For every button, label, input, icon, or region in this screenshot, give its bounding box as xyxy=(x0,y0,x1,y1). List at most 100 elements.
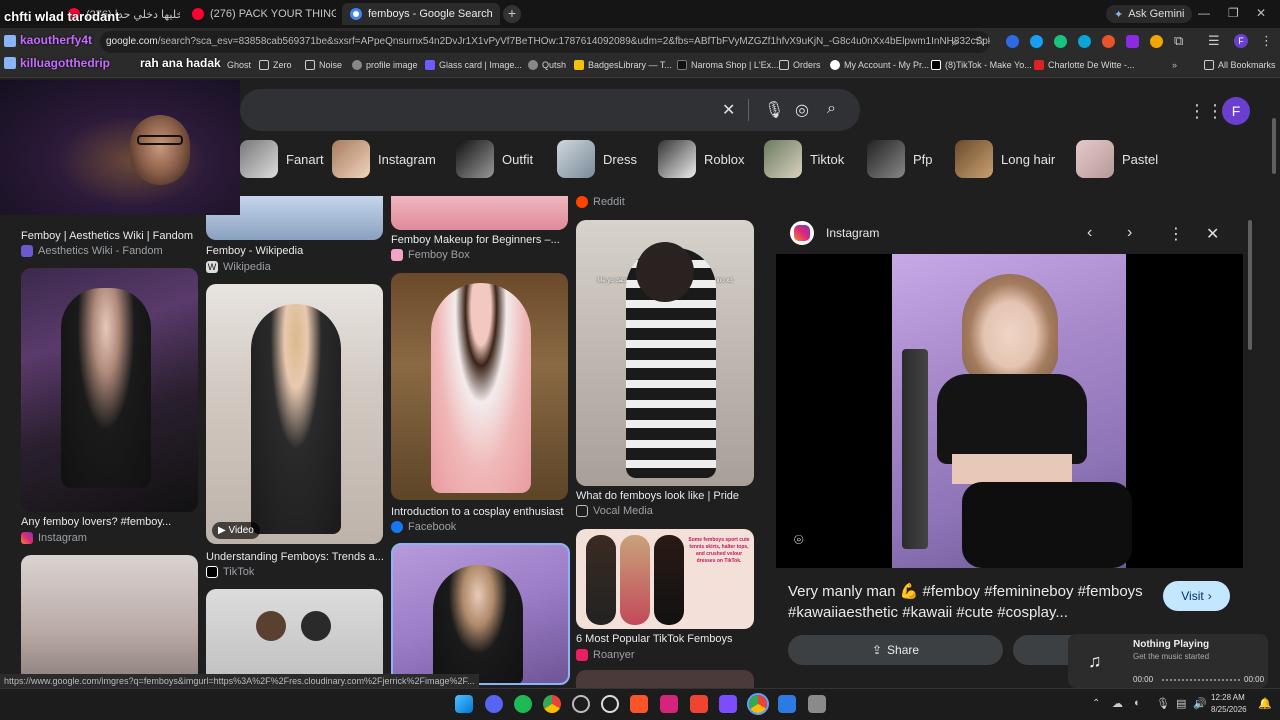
profile-icon[interactable]: F xyxy=(1234,34,1248,48)
result-image[interactable]: Me yo daban los femboys | Tantoo que hic… xyxy=(576,220,754,486)
result-title[interactable]: Any femboy lovers? #femboy... xyxy=(21,516,201,528)
volume-icon[interactable]: 🔊 xyxy=(1193,697,1207,710)
bookmark-glass-card[interactable]: Glass card | Image... xyxy=(425,60,522,70)
result-title[interactable]: Femboy | Aesthetics Wiki | Fandom xyxy=(21,230,201,242)
preview-image[interactable] xyxy=(892,254,1132,568)
lens-icon[interactable]: ⌾ xyxy=(794,532,804,550)
result-title[interactable]: 6 Most Popular TikTok Femboys xyxy=(576,633,756,645)
windows-start-icon[interactable] xyxy=(455,695,473,713)
tray-icon[interactable]: ◐ xyxy=(1134,697,1141,709)
more-options-icon[interactable]: ⋮ xyxy=(1168,224,1184,244)
calculator-icon[interactable] xyxy=(808,695,826,713)
result-source[interactable]: Femboy Box xyxy=(391,249,470,261)
ask-gemini-button[interactable]: ✦ Ask Gemini xyxy=(1106,5,1193,23)
result-source[interactable]: Reddit xyxy=(576,196,625,208)
result-source[interactable]: Aesthetics Wiki - Fandom xyxy=(21,245,163,257)
result-image[interactable] xyxy=(21,268,198,512)
tab-2[interactable]: (276) PACK YOUR THINGS! wen ✕ xyxy=(184,3,336,25)
reading-list-icon[interactable]: ☰ xyxy=(1208,33,1220,49)
chip-long-hair[interactable]: Long hair xyxy=(955,140,1055,178)
share-button[interactable]: ⇪ Share xyxy=(788,635,1003,665)
next-icon[interactable]: › xyxy=(1127,224,1132,242)
clock-time[interactable]: 12:28 AM xyxy=(1211,693,1245,702)
clock-date[interactable]: 8/25/2026 xyxy=(1211,705,1247,714)
bookmark-charlotte-de-witte[interactable]: Charlotte De Witte -... xyxy=(1034,60,1135,70)
result-title[interactable]: Femboy Makeup for Beginners –... xyxy=(391,234,571,246)
obs-icon[interactable] xyxy=(601,695,619,713)
chip-pfp[interactable]: Pfp xyxy=(867,140,933,178)
discord-icon[interactable] xyxy=(485,695,503,713)
chip-instagram[interactable]: Instagram xyxy=(332,140,436,178)
bookmark-badges-library[interactable]: BadgesLibrary — T... xyxy=(574,60,672,70)
chip-outfit[interactable]: Outfit xyxy=(456,140,533,178)
menu-icon[interactable]: ⋮ xyxy=(1260,33,1273,49)
result-image[interactable] xyxy=(391,196,568,230)
bookmark-qutsh[interactable]: Qutsh xyxy=(528,60,566,70)
result-image[interactable] xyxy=(206,589,383,685)
result-source[interactable]: Instagram xyxy=(21,532,87,544)
extension-icon[interactable] xyxy=(1054,35,1067,48)
all-bookmarks[interactable]: All Bookmarks xyxy=(1204,60,1276,70)
bookmark-ghost[interactable]: Ghost xyxy=(227,60,251,70)
bookmark-naroma-shop[interactable]: Naroma Shop | L'Ex... xyxy=(677,60,779,70)
app-icon[interactable] xyxy=(660,695,678,713)
app-icon[interactable] xyxy=(719,695,737,713)
maximize-icon[interactable]: ❐ xyxy=(1228,6,1239,20)
result-title[interactable]: What do femboys look like | Pride xyxy=(576,490,756,502)
new-tab-button[interactable]: + xyxy=(503,5,521,23)
close-window-icon[interactable]: ✕ xyxy=(1256,6,1266,20)
extension-icon[interactable] xyxy=(1150,35,1163,48)
chip-fanart[interactable]: Fanart xyxy=(240,140,324,178)
chip-tiktok[interactable]: Tiktok xyxy=(764,140,844,178)
previous-icon[interactable]: ‹ xyxy=(1087,224,1092,242)
bookmark-my-account[interactable]: My Account - My Pr... xyxy=(830,60,929,70)
chip-roblox[interactable]: Roblox xyxy=(658,140,744,178)
spotify-icon[interactable] xyxy=(514,695,532,713)
close-icon[interactable]: ✕ xyxy=(499,8,500,21)
result-image[interactable]: ▶ Video xyxy=(206,284,383,544)
result-source[interactable]: Facebook xyxy=(391,521,456,533)
result-source[interactable]: Roanyer xyxy=(576,649,635,661)
minimize-icon[interactable]: — xyxy=(1198,6,1210,20)
result-image[interactable] xyxy=(576,670,754,688)
panel-scrollbar[interactable] xyxy=(1248,220,1252,350)
extension-icon[interactable] xyxy=(1006,35,1019,48)
microphone-tray-icon[interactable]: 🎙 xyxy=(1156,697,1170,710)
tab-3[interactable]: femboys - Google Search ✕ xyxy=(342,3,500,25)
result-title[interactable]: Introduction to a cosplay enthusiast xyxy=(391,506,571,518)
result-source[interactable]: TikTok xyxy=(206,566,254,578)
tray-chevron-icon[interactable]: ⌃ xyxy=(1092,698,1100,709)
extension-icon[interactable] xyxy=(1078,35,1091,48)
extension-icon[interactable] xyxy=(1126,35,1139,48)
app-icon[interactable] xyxy=(690,695,708,713)
extension-icon[interactable] xyxy=(1102,35,1115,48)
page-scrollbar[interactable] xyxy=(1272,118,1276,174)
close-panel-icon[interactable]: ✕ xyxy=(1206,224,1219,244)
bookmark-zero[interactable]: Zero xyxy=(259,60,292,70)
bookmarks-overflow-icon[interactable]: » xyxy=(1172,60,1177,70)
voice-search-icon[interactable]: 🎙 xyxy=(764,100,784,120)
result-image[interactable]: Some femboys sport cute tennis skirts, h… xyxy=(576,529,754,629)
avatar[interactable]: F xyxy=(1222,97,1250,125)
result-image[interactable] xyxy=(21,555,198,685)
notification-icon[interactable]: 🔔 xyxy=(1258,697,1272,710)
selected-result-image[interactable] xyxy=(391,543,570,685)
search-icon[interactable]: ⌕ xyxy=(827,100,836,118)
address-bar[interactable]: google.com/search?sca_esv=83858cab569371… xyxy=(100,31,990,53)
panel-source-name[interactable]: Instagram xyxy=(826,226,879,240)
brave-icon[interactable] xyxy=(630,695,648,713)
bookmark-tiktok[interactable]: (8)TikTok - Make Yo... xyxy=(931,60,1032,70)
app-icon[interactable] xyxy=(778,695,796,713)
result-title[interactable]: Femboy - Wikipedia xyxy=(206,245,386,257)
result-title[interactable]: Understanding Femboys: Trends a... xyxy=(206,551,386,563)
network-icon[interactable]: ▤ xyxy=(1176,697,1186,710)
bookmark-orders[interactable]: Orders xyxy=(779,60,821,70)
result-source[interactable]: W Wikipedia xyxy=(206,261,271,273)
media-progress[interactable] xyxy=(1162,679,1242,681)
result-image[interactable] xyxy=(391,273,568,500)
extensions-puzzle-icon[interactable]: ⧉ xyxy=(1174,33,1183,49)
chip-dress[interactable]: Dress xyxy=(557,140,637,178)
visit-button[interactable]: Visit › xyxy=(1163,581,1230,611)
clear-search-icon[interactable]: ✕ xyxy=(722,100,735,120)
zoom-icon[interactable]: ⌕ xyxy=(952,35,959,50)
